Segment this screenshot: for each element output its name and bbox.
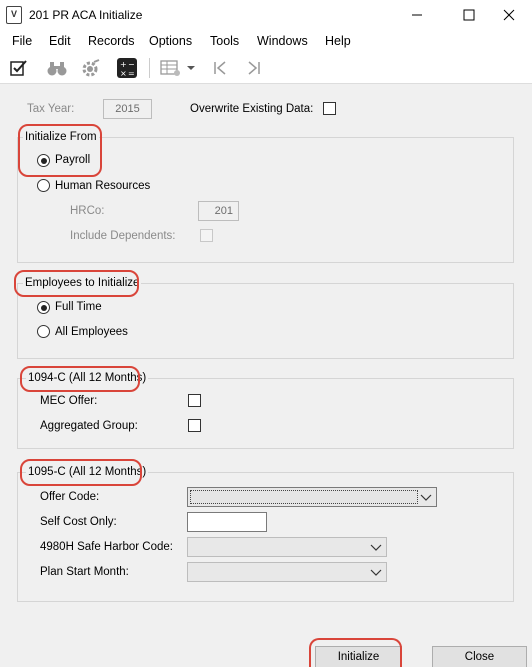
close-icon bbox=[503, 9, 515, 21]
employees-group bbox=[17, 283, 514, 359]
close-window-button[interactable] bbox=[486, 0, 532, 30]
form-1094c-title: 1094-C (All 12 Months) bbox=[26, 372, 149, 384]
svg-text:−: − bbox=[128, 60, 135, 69]
payroll-radio[interactable] bbox=[37, 154, 50, 167]
initialize-button[interactable]: Initialize bbox=[315, 646, 402, 667]
title-bar: V 201 PR ACA Initialize bbox=[0, 0, 532, 30]
close-button[interactable]: Close bbox=[432, 646, 527, 667]
chevron-down-icon bbox=[420, 494, 432, 501]
toolbar-separator bbox=[149, 58, 150, 78]
table-settings-icon bbox=[160, 60, 180, 76]
payroll-label: Payroll bbox=[55, 154, 91, 166]
mec-offer-checkbox[interactable] bbox=[188, 394, 201, 407]
offer-code-label: Offer Code: bbox=[40, 491, 100, 503]
last-record-button[interactable] bbox=[242, 57, 266, 79]
last-record-icon bbox=[248, 61, 260, 75]
hrco-field: 201 bbox=[198, 201, 239, 221]
offer-code-select[interactable] bbox=[187, 487, 437, 507]
tax-year-field: 2015 bbox=[103, 99, 152, 119]
edit-check-button[interactable] bbox=[7, 57, 31, 79]
plan-start-select[interactable] bbox=[187, 562, 387, 582]
settings-button[interactable] bbox=[79, 57, 103, 79]
calculator-icon: + − × = bbox=[117, 58, 137, 78]
minimize-icon bbox=[412, 14, 422, 16]
safe-harbor-label: 4980H Safe Harbor Code: bbox=[40, 541, 173, 553]
first-record-icon bbox=[214, 61, 226, 75]
human-resources-radio[interactable] bbox=[37, 179, 50, 192]
include-dependents-label: Include Dependents: bbox=[70, 230, 176, 242]
offer-code-focus bbox=[190, 490, 418, 504]
mec-offer-label: MEC Offer: bbox=[40, 395, 98, 407]
self-cost-label: Self Cost Only: bbox=[40, 516, 117, 528]
first-record-button[interactable] bbox=[208, 57, 232, 79]
table-settings-button[interactable] bbox=[159, 57, 183, 79]
maximize-icon bbox=[463, 9, 475, 21]
initialize-from-title: Initialize From bbox=[23, 131, 99, 143]
dropdown-arrow-icon bbox=[187, 66, 195, 70]
find-button[interactable] bbox=[45, 57, 69, 79]
app-icon: V bbox=[6, 6, 22, 24]
table-settings-dropdown[interactable] bbox=[184, 57, 198, 79]
full-time-radio[interactable] bbox=[37, 301, 50, 314]
menu-records[interactable]: Records bbox=[88, 34, 135, 48]
menu-file[interactable]: File bbox=[12, 34, 32, 48]
menu-options[interactable]: Options bbox=[149, 34, 192, 48]
initialize-from-group bbox=[17, 137, 514, 263]
overwrite-label: Overwrite Existing Data: bbox=[190, 103, 314, 115]
toolbar: + − × = bbox=[0, 52, 532, 84]
calculator-button[interactable]: + − × = bbox=[115, 57, 139, 79]
hrco-label: HRCo: bbox=[70, 205, 105, 217]
menu-tools[interactable]: Tools bbox=[210, 34, 239, 48]
form-1095c-title: 1095-C (All 12 Months) bbox=[26, 466, 149, 478]
svg-text:=: = bbox=[128, 69, 135, 78]
employees-title: Employees to Initialize bbox=[23, 277, 142, 289]
all-employees-label: All Employees bbox=[55, 326, 128, 338]
human-resources-label: Human Resources bbox=[55, 180, 151, 192]
svg-text:+: + bbox=[120, 60, 127, 69]
minimize-button[interactable] bbox=[394, 0, 440, 30]
plan-start-label: Plan Start Month: bbox=[40, 566, 129, 578]
svg-text:×: × bbox=[120, 69, 127, 78]
aggregated-group-checkbox[interactable] bbox=[188, 419, 201, 432]
menu-help[interactable]: Help bbox=[325, 34, 351, 48]
form-1094c-group bbox=[17, 378, 514, 449]
window-title: 201 PR ACA Initialize bbox=[29, 8, 143, 22]
edit-check-icon bbox=[10, 60, 27, 76]
menu-windows[interactable]: Windows bbox=[257, 34, 308, 48]
tax-year-label: Tax Year: bbox=[27, 103, 75, 115]
overwrite-checkbox[interactable] bbox=[323, 102, 336, 115]
menu-edit[interactable]: Edit bbox=[49, 34, 71, 48]
aggregated-group-label: Aggregated Group: bbox=[40, 420, 138, 432]
binoculars-icon bbox=[47, 62, 67, 76]
include-dependents-checkbox[interactable] bbox=[200, 229, 213, 242]
chevron-down-icon bbox=[370, 569, 382, 576]
chevron-down-icon bbox=[370, 544, 382, 551]
gear-icon bbox=[82, 59, 100, 77]
full-time-label: Full Time bbox=[55, 301, 102, 313]
menu-bar: File Edit Records Options Tools Windows … bbox=[0, 30, 532, 52]
self-cost-field[interactable] bbox=[187, 512, 267, 532]
safe-harbor-select[interactable] bbox=[187, 537, 387, 557]
all-employees-radio[interactable] bbox=[37, 325, 50, 338]
